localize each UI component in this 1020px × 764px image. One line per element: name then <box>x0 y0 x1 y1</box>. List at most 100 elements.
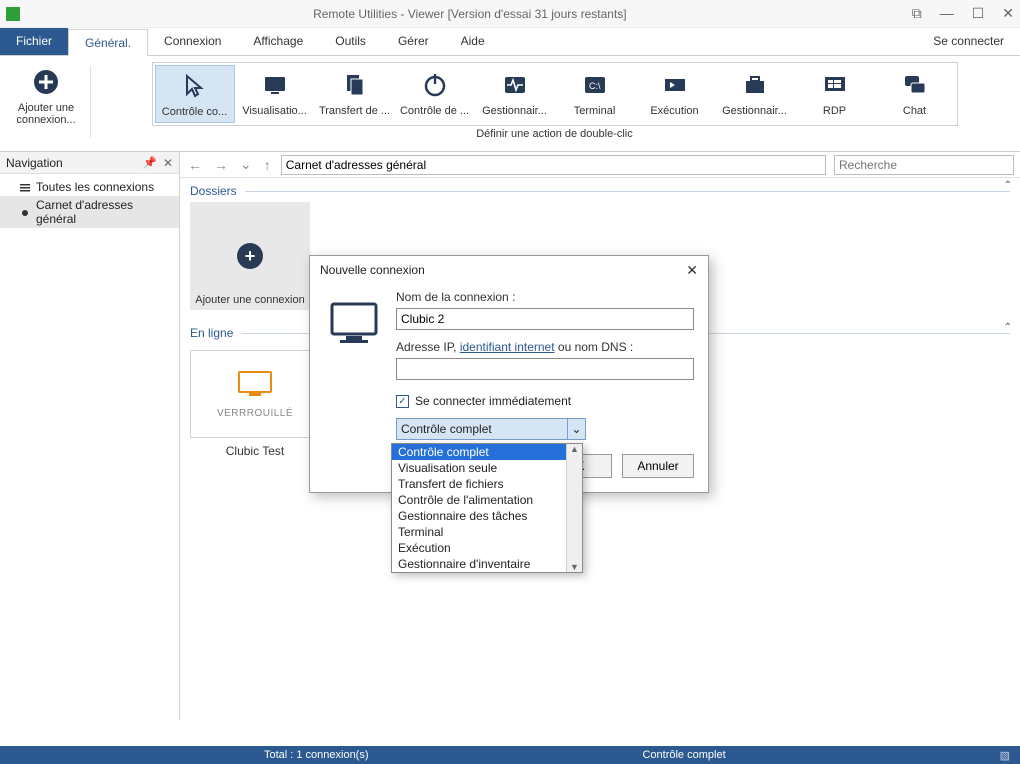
nav-forward-icon[interactable]: → <box>212 157 230 173</box>
svg-text:C:\: C:\ <box>589 81 601 91</box>
chat-icon <box>899 69 931 101</box>
briefcase-icon <box>739 69 771 101</box>
nav-toolbar: ← → ⌄ ↑ <box>180 152 1020 178</box>
connection-name: Clubic Test <box>226 444 284 458</box>
dropdown-option[interactable]: Terminal <box>392 524 582 540</box>
dialog-titlebar: Nouvelle connexion ✕ <box>310 256 708 284</box>
ribbon-chat[interactable]: Chat <box>875 65 955 123</box>
run-icon <box>659 69 691 101</box>
connection-card[interactable]: VERRROUILLÉ Clubic Test <box>190 350 320 458</box>
se-connecter-link[interactable]: Se connecter <box>917 28 1020 55</box>
windows-icon <box>819 69 851 101</box>
ribbon-gestionnaire-inv[interactable]: Gestionnair... <box>715 65 795 123</box>
status-mode: Contrôle complet <box>632 749 735 761</box>
nav-back-icon[interactable]: ← <box>186 157 204 173</box>
plus-circle-icon: + <box>237 243 263 269</box>
ribbon-action-row: Contrôle co... Visualisatio... Transfert… <box>152 62 958 126</box>
ribbon-controle-alim[interactable]: Contrôle de ... <box>395 65 475 123</box>
tab-connexion[interactable]: Connexion <box>148 28 237 55</box>
dropdown-option[interactable]: Gestionnaire des tâches <box>392 508 582 524</box>
nav-dropdown-icon[interactable]: ⌄ <box>238 156 254 173</box>
add-connection-card[interactable]: + Ajouter une connexion <box>190 202 310 310</box>
status-total: Total : 1 connexion(s) <box>254 749 379 761</box>
tab-file[interactable]: Fichier <box>0 28 68 55</box>
tab-general[interactable]: Général. <box>68 29 148 56</box>
mode-combobox[interactable]: Contrôle complet ⌄ <box>396 418 586 440</box>
list-icon <box>20 182 30 192</box>
nav-up-icon[interactable]: ↑ <box>262 157 273 173</box>
files-icon <box>339 69 371 101</box>
sidebar-title: Navigation <box>6 156 63 170</box>
path-input[interactable] <box>281 155 826 175</box>
locked-label: VERRROUILLÉ <box>217 408 293 419</box>
ribbon-gestionnaire-taches[interactable]: Gestionnair... <box>475 65 555 123</box>
ribbon: Ajouter une connexion... Contrôle co... … <box>0 56 1020 152</box>
tab-gerer[interactable]: Gérer <box>382 28 445 55</box>
add-connection-button[interactable]: Ajouter une connexion... <box>10 62 82 130</box>
tab-bar: Fichier Général. Connexion Affichage Out… <box>0 28 1020 56</box>
pin-icon[interactable]: 📌 <box>143 156 157 169</box>
add-connection-label-1: Ajouter une <box>18 102 74 114</box>
restore-down-icon[interactable]: ⧉ <box>912 5 922 22</box>
dropdown-scrollbar[interactable]: ▲▼ <box>566 444 582 572</box>
search-input[interactable] <box>834 155 1014 175</box>
sidebar-header: Navigation 📌 ✕ <box>0 152 179 174</box>
ribbon-execution[interactable]: Exécution <box>635 65 715 123</box>
terminal-icon: C:\ <box>579 69 611 101</box>
combo-value: Contrôle complet <box>401 422 492 436</box>
dropdown-option[interactable]: Gestionnaire d'inventaire <box>392 556 582 572</box>
dropdown-option[interactable]: Transfert de fichiers <box>392 476 582 492</box>
ribbon-transfert[interactable]: Transfert de ... <box>315 65 395 123</box>
status-tray-icon[interactable]: ▧ <box>990 749 1020 762</box>
cursor-icon <box>179 70 211 102</box>
heartbeat-icon <box>499 69 531 101</box>
ribbon-visualisation[interactable]: Visualisatio... <box>235 65 315 123</box>
add-connection-caption: Ajouter une connexion <box>190 294 310 306</box>
monitor-icon <box>259 69 291 101</box>
address-input[interactable] <box>396 358 694 380</box>
chevron-down-icon: ⌄ <box>567 419 585 439</box>
ribbon-separator <box>90 66 91 138</box>
minimize-icon[interactable]: — <box>940 5 954 22</box>
power-icon <box>419 69 451 101</box>
conn-name-input[interactable] <box>396 308 694 330</box>
dialog-close-icon[interactable]: ✕ <box>686 262 698 279</box>
tab-affichage[interactable]: Affichage <box>237 28 319 55</box>
tab-outils[interactable]: Outils <box>319 28 382 55</box>
plus-circle-icon <box>30 66 62 98</box>
connect-now-checkbox[interactable]: ✓ Se connecter immédiatement <box>396 394 694 408</box>
close-icon[interactable]: ✕ <box>1002 5 1014 22</box>
monitor-icon <box>235 369 275 402</box>
add-connection-label-2: connexion... <box>16 114 75 126</box>
window-title: Remote Utilities - Viewer [Version d'ess… <box>28 7 912 21</box>
bullet-icon <box>20 207 30 217</box>
sidebar-close-icon[interactable]: ✕ <box>163 156 173 170</box>
collapse-enligne-icon[interactable]: ⌃ <box>1004 322 1012 333</box>
maximize-icon[interactable]: ☐ <box>972 5 985 22</box>
internet-id-link[interactable]: identifiant internet <box>460 340 555 354</box>
ribbon-group-actions: Contrôle co... Visualisatio... Transfert… <box>95 60 1014 142</box>
title-bar: Remote Utilities - Viewer [Version d'ess… <box>0 0 1020 28</box>
ribbon-group-add: Ajouter une connexion... <box>6 60 86 132</box>
ribbon-terminal[interactable]: C:\ Terminal <box>555 65 635 123</box>
ribbon-controle-complet[interactable]: Contrôle co... <box>155 65 235 123</box>
collapse-dossiers-icon[interactable]: ⌃ <box>1004 180 1012 191</box>
dialog-monitor-icon <box>324 290 384 440</box>
dropdown-option[interactable]: Contrôle complet <box>392 444 582 460</box>
cancel-button[interactable]: Annuler <box>622 454 694 478</box>
conn-name-label: Nom de la connexion : <box>396 290 694 304</box>
tab-aide[interactable]: Aide <box>445 28 501 55</box>
tree-node-book[interactable]: Carnet d'adresses général <box>0 196 179 228</box>
checkbox-checked-icon: ✓ <box>396 395 409 408</box>
connection-thumbnail: VERRROUILLÉ <box>190 350 320 438</box>
address-label: Adresse IP, identifiant internet ou nom … <box>396 340 694 354</box>
sidebar: Navigation 📌 ✕ Toutes les connexions Car… <box>0 152 180 720</box>
dropdown-option[interactable]: Contrôle de l'alimentation <box>392 492 582 508</box>
ribbon-rdp[interactable]: RDP <box>795 65 875 123</box>
mode-dropdown-list: Contrôle complet Visualisation seule Tra… <box>391 443 583 573</box>
dropdown-option[interactable]: Exécution <box>392 540 582 556</box>
dropdown-option[interactable]: Visualisation seule <box>392 460 582 476</box>
tree-node-all[interactable]: Toutes les connexions <box>0 178 179 196</box>
nav-tree: Toutes les connexions Carnet d'adresses … <box>0 174 179 232</box>
window-buttons: ⧉ — ☐ ✕ <box>912 5 1014 22</box>
